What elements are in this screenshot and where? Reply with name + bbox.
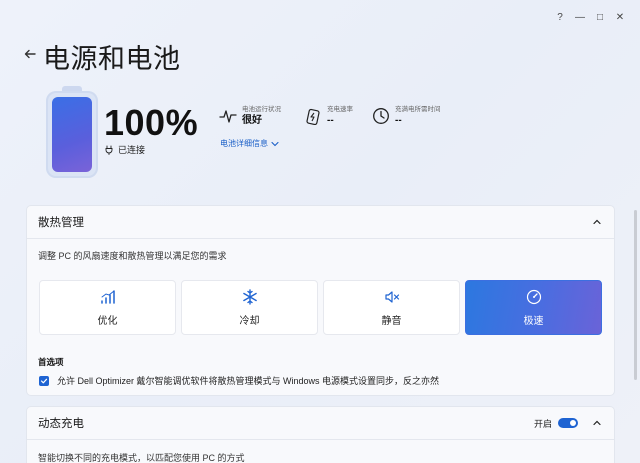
stat-value: -- <box>327 115 334 126</box>
help-button[interactable]: ? <box>550 10 570 24</box>
mode-turbo-button[interactable]: 极速 <box>465 280 602 335</box>
battery-details-label: 电池详细信息 <box>220 139 268 148</box>
stat-charge-rate: 充电速率 -- <box>304 105 353 128</box>
pulse-icon <box>219 110 237 123</box>
chevron-up-icon[interactable] <box>592 217 602 227</box>
thermal-card-header[interactable]: 散热管理 <box>27 206 614 239</box>
chevron-down-icon <box>271 141 279 146</box>
battery-percent: 100% <box>104 102 199 143</box>
stat-time-to-full: 充满电所需时间 -- <box>372 105 441 128</box>
connection-status: 已连接 <box>104 143 145 156</box>
mode-optimize-button[interactable]: 优化 <box>39 280 176 335</box>
minimize-button[interactable]: — <box>570 10 590 24</box>
dynamic-charging-card: 动态充电 开启 智能切换不同的充电模式，以匹配您使用 PC 的方式 <box>26 406 615 463</box>
charging-description: 智能切换不同的充电模式，以匹配您使用 PC 的方式 <box>38 453 245 463</box>
optimize-bars-icon <box>100 289 115 304</box>
mode-label: 极速 <box>523 315 544 327</box>
clock-icon <box>373 108 389 124</box>
stat-battery-health: 电池运行状况 很好 <box>219 105 281 128</box>
battery-charging-icon <box>306 108 320 125</box>
mode-cool-button[interactable]: 冷却 <box>181 280 318 335</box>
close-button[interactable]: ✕ <box>610 10 630 24</box>
plug-icon <box>105 145 113 155</box>
snowflake-icon <box>242 288 257 305</box>
sync-preference-label: 允许 Dell Optimizer 戴尔智能调优软件将散热管理模式与 Windo… <box>57 376 440 386</box>
toggle-knob <box>570 420 576 426</box>
battery-fill <box>52 97 92 172</box>
stat-label: 电池运行状况 <box>242 106 281 113</box>
stat-label: 充满电所需时间 <box>395 106 441 113</box>
window-controls: ? — □ ✕ <box>550 10 630 24</box>
stat-value: 很好 <box>242 115 262 126</box>
back-button[interactable] <box>22 46 38 62</box>
sync-checkbox[interactable] <box>39 375 49 386</box>
mode-label: 冷却 <box>239 315 260 327</box>
thermal-modes: 优化 冷却 静音 极速 <box>39 280 602 335</box>
dynamic-charging-toggle[interactable] <box>558 418 578 428</box>
page-title: 电源和电池 <box>43 44 181 74</box>
sync-preference-row: 允许 Dell Optimizer 戴尔智能调优软件将散热管理模式与 Windo… <box>39 374 439 387</box>
mode-quiet-button[interactable]: 静音 <box>323 280 460 335</box>
mute-speaker-icon <box>384 290 399 303</box>
thermal-management-card: 散热管理 调整 PC 的风扇速度和散热管理以满足您的需求 优化 冷却 静音 极速… <box>26 205 615 396</box>
preferences-title: 首选项 <box>38 357 64 367</box>
stat-value: -- <box>395 115 402 126</box>
mode-label: 静音 <box>381 315 402 327</box>
thermal-description: 调整 PC 的风扇速度和散热管理以满足您的需求 <box>38 251 227 261</box>
stat-label: 充电速率 <box>327 106 353 113</box>
battery-details-link[interactable]: 电池详细信息 <box>220 138 279 149</box>
battery-graphic <box>46 86 98 178</box>
thermal-card-title: 散热管理 <box>38 217 84 229</box>
connection-status-label: 已连接 <box>118 145 146 155</box>
scrollbar[interactable] <box>634 210 637 380</box>
chevron-up-icon[interactable] <box>592 418 602 428</box>
charging-card-header[interactable]: 动态充电 开启 <box>27 407 614 440</box>
mode-label: 优化 <box>97 315 118 327</box>
maximize-button[interactable]: □ <box>590 10 610 24</box>
checkmark-icon <box>40 378 48 383</box>
speedometer-icon <box>526 289 541 304</box>
toggle-label: 开启 <box>533 418 552 429</box>
charging-controls: 开启 <box>534 417 602 430</box>
charging-card-title: 动态充电 <box>38 418 84 430</box>
arrow-left-icon <box>24 49 36 59</box>
